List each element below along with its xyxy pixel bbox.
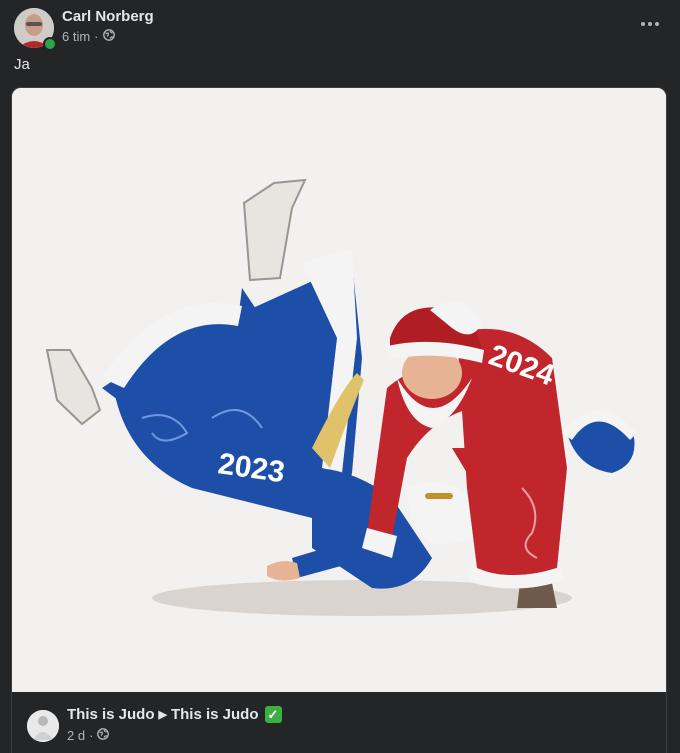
page-avatar[interactable] xyxy=(27,710,59,742)
shared-image[interactable]: 2023 2024 xyxy=(12,88,666,692)
more-options-icon[interactable] xyxy=(634,12,666,36)
green-check-icon: ✓ xyxy=(264,706,282,723)
post-meta: 6 tim · xyxy=(62,29,115,44)
globe-icon[interactable] xyxy=(97,728,110,743)
author-name[interactable]: Carl Norberg xyxy=(62,8,154,25)
shared-post-footer: This is Judo ▶ This is Judo ✓ 2 d · xyxy=(12,692,666,753)
post-text: Ja xyxy=(14,56,30,73)
shared-target-name[interactable]: This is Judo xyxy=(171,706,259,723)
shared-post-card[interactable]: 2023 2024 This is Judo ▶ This is Judo ✓ … xyxy=(11,87,667,753)
post-time[interactable]: 6 tim xyxy=(62,29,90,44)
globe-icon[interactable] xyxy=(102,29,115,44)
shared-page-name[interactable]: This is Judo xyxy=(67,706,155,723)
shared-meta-separator: · xyxy=(89,728,94,743)
shared-post-meta: 2 d · xyxy=(67,728,110,743)
shared-post-time[interactable]: 2 d xyxy=(67,728,85,743)
online-status-indicator xyxy=(43,37,57,51)
post-header: Carl Norberg 6 tim · xyxy=(14,8,666,51)
feed-post: Carl Norberg 6 tim · Ja 2023 2024 This i… xyxy=(0,0,680,753)
share-title: This is Judo ▶ This is Judo ✓ xyxy=(67,706,282,723)
triangle-right-icon: ▶ xyxy=(158,709,167,721)
meta-separator: · xyxy=(94,29,99,44)
